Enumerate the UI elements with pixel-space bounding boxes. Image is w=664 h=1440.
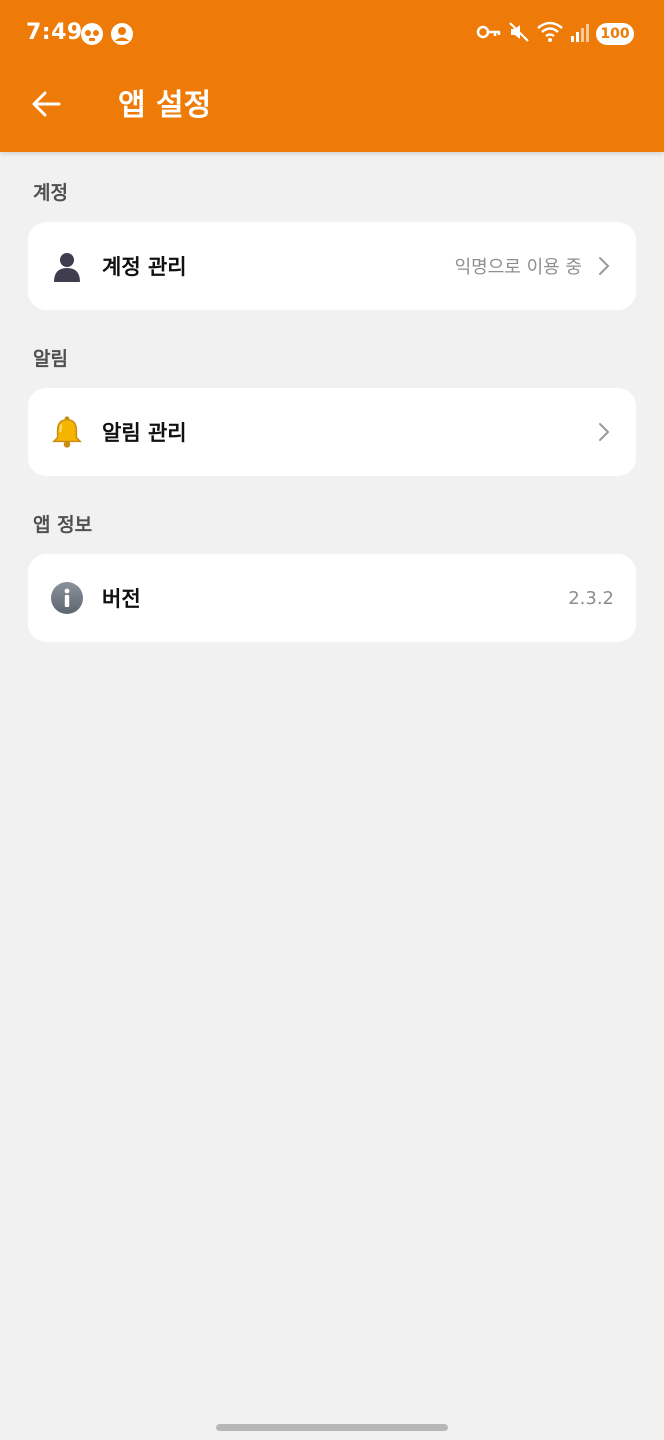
account-management-item[interactable]: 계정 관리 익명으로 이용 중 <box>28 222 636 310</box>
section-label-account: 계정 <box>33 182 68 204</box>
account-status-value: 익명으로 이용 중 <box>454 257 582 278</box>
back-button[interactable] <box>26 86 66 126</box>
chevron-right-icon <box>594 422 614 442</box>
wifi-icon <box>536 21 564 47</box>
arrow-left-icon <box>31 91 61 121</box>
account-circle-icon <box>110 22 134 50</box>
vpn-key-icon <box>476 21 502 47</box>
skull-notification-icon <box>80 22 104 50</box>
version-item: 버전 2.3.2 <box>28 554 636 642</box>
info-icon <box>50 581 84 615</box>
person-silhouette-icon <box>50 249 84 283</box>
signal-icon <box>570 21 590 47</box>
section-label-app-info: 앱 정보 <box>33 514 93 536</box>
version-value: 2.3.2 <box>568 587 614 609</box>
app-bar: 7:49 100 앱 설정 <box>0 0 664 152</box>
status-right-icons: 100 <box>476 21 634 47</box>
bell-icon <box>50 415 84 449</box>
version-label: 버전 <box>102 587 141 611</box>
battery-indicator: 100 <box>596 23 634 45</box>
status-left-icons <box>80 22 134 50</box>
account-management-label: 계정 관리 <box>102 255 187 279</box>
notification-management-label: 알림 관리 <box>102 421 187 445</box>
notification-management-item[interactable]: 알림 관리 <box>28 388 636 476</box>
page-title: 앱 설정 <box>118 88 212 123</box>
home-indicator[interactable] <box>216 1424 448 1431</box>
status-time: 7:49 <box>26 20 83 45</box>
status-bar: 7:49 100 <box>0 0 664 70</box>
mute-icon <box>508 21 530 47</box>
section-label-notification: 알림 <box>33 348 68 370</box>
chevron-right-icon <box>594 256 614 276</box>
